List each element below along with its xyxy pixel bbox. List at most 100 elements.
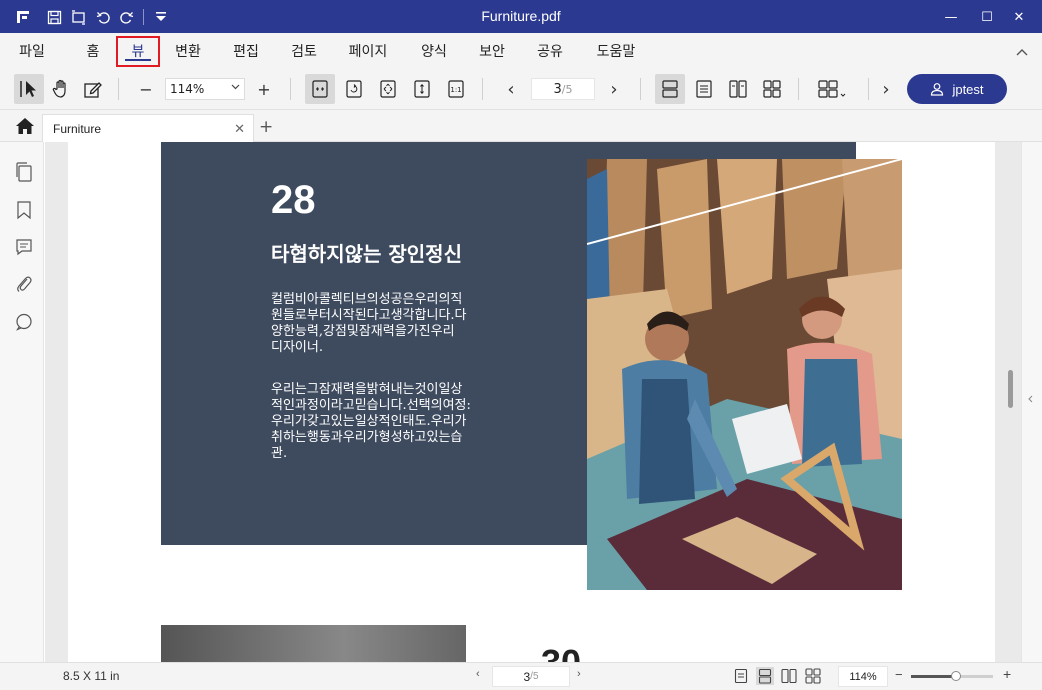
user-name: jptest [952,81,984,97]
menu-page[interactable]: 페이지 [340,39,396,63]
menu-home[interactable]: 홈 [72,39,114,63]
fit-height-button[interactable] [407,74,437,104]
bottom-photo [161,625,466,662]
zoom-slider-handle[interactable] [951,671,962,681]
grid-pages-icon [763,80,781,98]
status-zoom-out-button[interactable]: − [895,667,903,682]
menu-review[interactable]: 검토 [280,39,328,63]
two-page-layout-button[interactable] [723,74,753,104]
maximize-button[interactable]: ☐ [972,6,1002,28]
attachment-icon[interactable] [14,274,34,294]
paragraph-line: 디자이너. [271,340,323,355]
document-tab-bar: Furniture ✕ + [0,110,1042,142]
fit-width-icon [312,80,328,98]
toolbar-separator [290,78,291,100]
document-tab-label: Furniture [53,121,102,136]
select-tool-button[interactable] [14,74,44,104]
single-page-icon [662,80,678,98]
rotate-icon [346,80,362,98]
status-two-page-icon[interactable] [780,667,798,685]
toolbar-separator [118,78,119,100]
home-icon[interactable] [15,117,35,135]
next-section-number: 30 [541,642,581,662]
close-tab-icon[interactable]: ✕ [234,121,245,137]
tiles-dropdown-icon [818,80,846,98]
page-size-label: 8.5 X 11 in [63,669,120,683]
continuous-layout-button[interactable] [689,74,719,104]
paragraph-line: 취하는행동과우리가형성하고있는습 [271,430,463,445]
zoom-slider[interactable] [911,671,993,681]
menu-help[interactable]: 도움말 [588,39,644,63]
paragraph-line: 컬럼비아콜렉티브의성공은우리의직 [271,292,463,307]
section-number: 28 [271,178,316,222]
page-lines-icon [696,80,712,98]
status-page-input[interactable]: 3/5 [492,666,570,687]
previous-page-button[interactable]: ‹ [496,74,526,104]
paragraph-line: 양한능력,강점및잠재력을가진우리 [271,324,455,339]
paragraph-line: 원들로부터시작된다고생각합니다.다 [271,308,467,323]
paragraph-line: 관. [271,446,288,461]
workshop-photo [587,159,902,590]
zoom-out-button[interactable]: − [131,74,161,104]
title-bar: Furniture.pdf — ☐ ✕ [0,0,1042,33]
fit-page-button[interactable] [373,74,403,104]
rotate-button[interactable] [339,74,369,104]
menu-security[interactable]: 보안 [468,39,516,63]
vertical-scrollbar-thumb[interactable] [1008,370,1013,408]
menu-edit[interactable]: 편집 [222,39,270,63]
close-button[interactable]: ✕ [1004,6,1034,28]
document-tab[interactable]: Furniture ✕ [42,114,254,142]
add-tab-button[interactable]: + [259,117,273,137]
more-tools-button[interactable]: › [871,74,901,104]
status-zoom-in-button[interactable]: + [1003,666,1011,682]
fit-width-button[interactable] [305,74,335,104]
edit-tool-button[interactable] [78,74,108,104]
status-single-page-icon[interactable] [732,667,750,685]
expand-right-panel-icon[interactable] [1027,395,1033,406]
window-title: Furniture.pdf [481,8,561,24]
single-page-layout-button[interactable] [655,74,685,104]
paragraph-2: 우리는그잠재력을밝혀내는것이일상 적인과정이라고믿습니다.선택의여정: 우리가갖… [271,382,551,462]
fit-height-icon [414,80,430,98]
status-next-page-button[interactable]: › [577,668,581,680]
comment-icon[interactable] [14,237,34,257]
status-previous-page-button[interactable]: ‹ [476,668,480,680]
page-total: /5 [561,82,573,96]
menu-convert[interactable]: 변환 [164,39,212,63]
zoom-select[interactable]: 114% [165,78,245,100]
zoom-slider-fill [911,675,957,678]
status-continuous-icon[interactable] [756,667,774,685]
zoom-in-button[interactable]: + [249,74,279,104]
status-grid-icon[interactable] [804,667,822,685]
actual-size-button[interactable]: 1:1 [441,74,471,104]
zoom-value: 114% [170,82,205,96]
document-canvas[interactable]: 28 타협하지않는 장인정신 컬럼비아콜렉티브의성공은우리의직 원들로부터시작된… [45,142,1021,662]
svg-text:1:1: 1:1 [450,86,461,94]
grid-layout-button[interactable] [757,74,787,104]
minimize-button[interactable]: — [936,6,966,28]
hand-tool-button[interactable] [46,74,76,104]
search-bubble-icon[interactable] [14,312,34,332]
status-bar: 8.5 X 11 in ‹ 3/5 › 114% − + [0,662,1042,690]
menu-share[interactable]: 공유 [526,39,574,63]
paragraph-line: 우리가갖고있는일상적인태도.우리가 [271,414,467,429]
toolbar-separator [482,78,483,100]
menu-form[interactable]: 양식 [410,39,458,63]
bookmark-icon[interactable] [14,200,34,220]
section-heading: 타협하지않는 장인정신 [271,242,462,266]
next-page-button[interactable]: › [599,74,629,104]
two-page-icon [729,80,747,98]
page-number-input[interactable]: 3/5 [531,78,595,100]
active-menu-highlight [116,36,160,67]
pages-thumbnail-icon[interactable] [14,162,34,182]
status-zoom-value[interactable]: 114% [838,666,888,687]
chevron-down-icon [231,82,240,94]
page-current: 3 [553,81,562,97]
collapse-ribbon-icon[interactable] [1016,45,1028,59]
view-mode-dropdown[interactable] [812,74,852,104]
user-account-button[interactable]: jptest [907,74,1007,104]
hand-icon [52,79,66,98]
menu-file[interactable]: 파일 [8,39,56,63]
fit-page-icon [380,80,396,98]
actual-size-icon: 1:1 [448,80,464,98]
